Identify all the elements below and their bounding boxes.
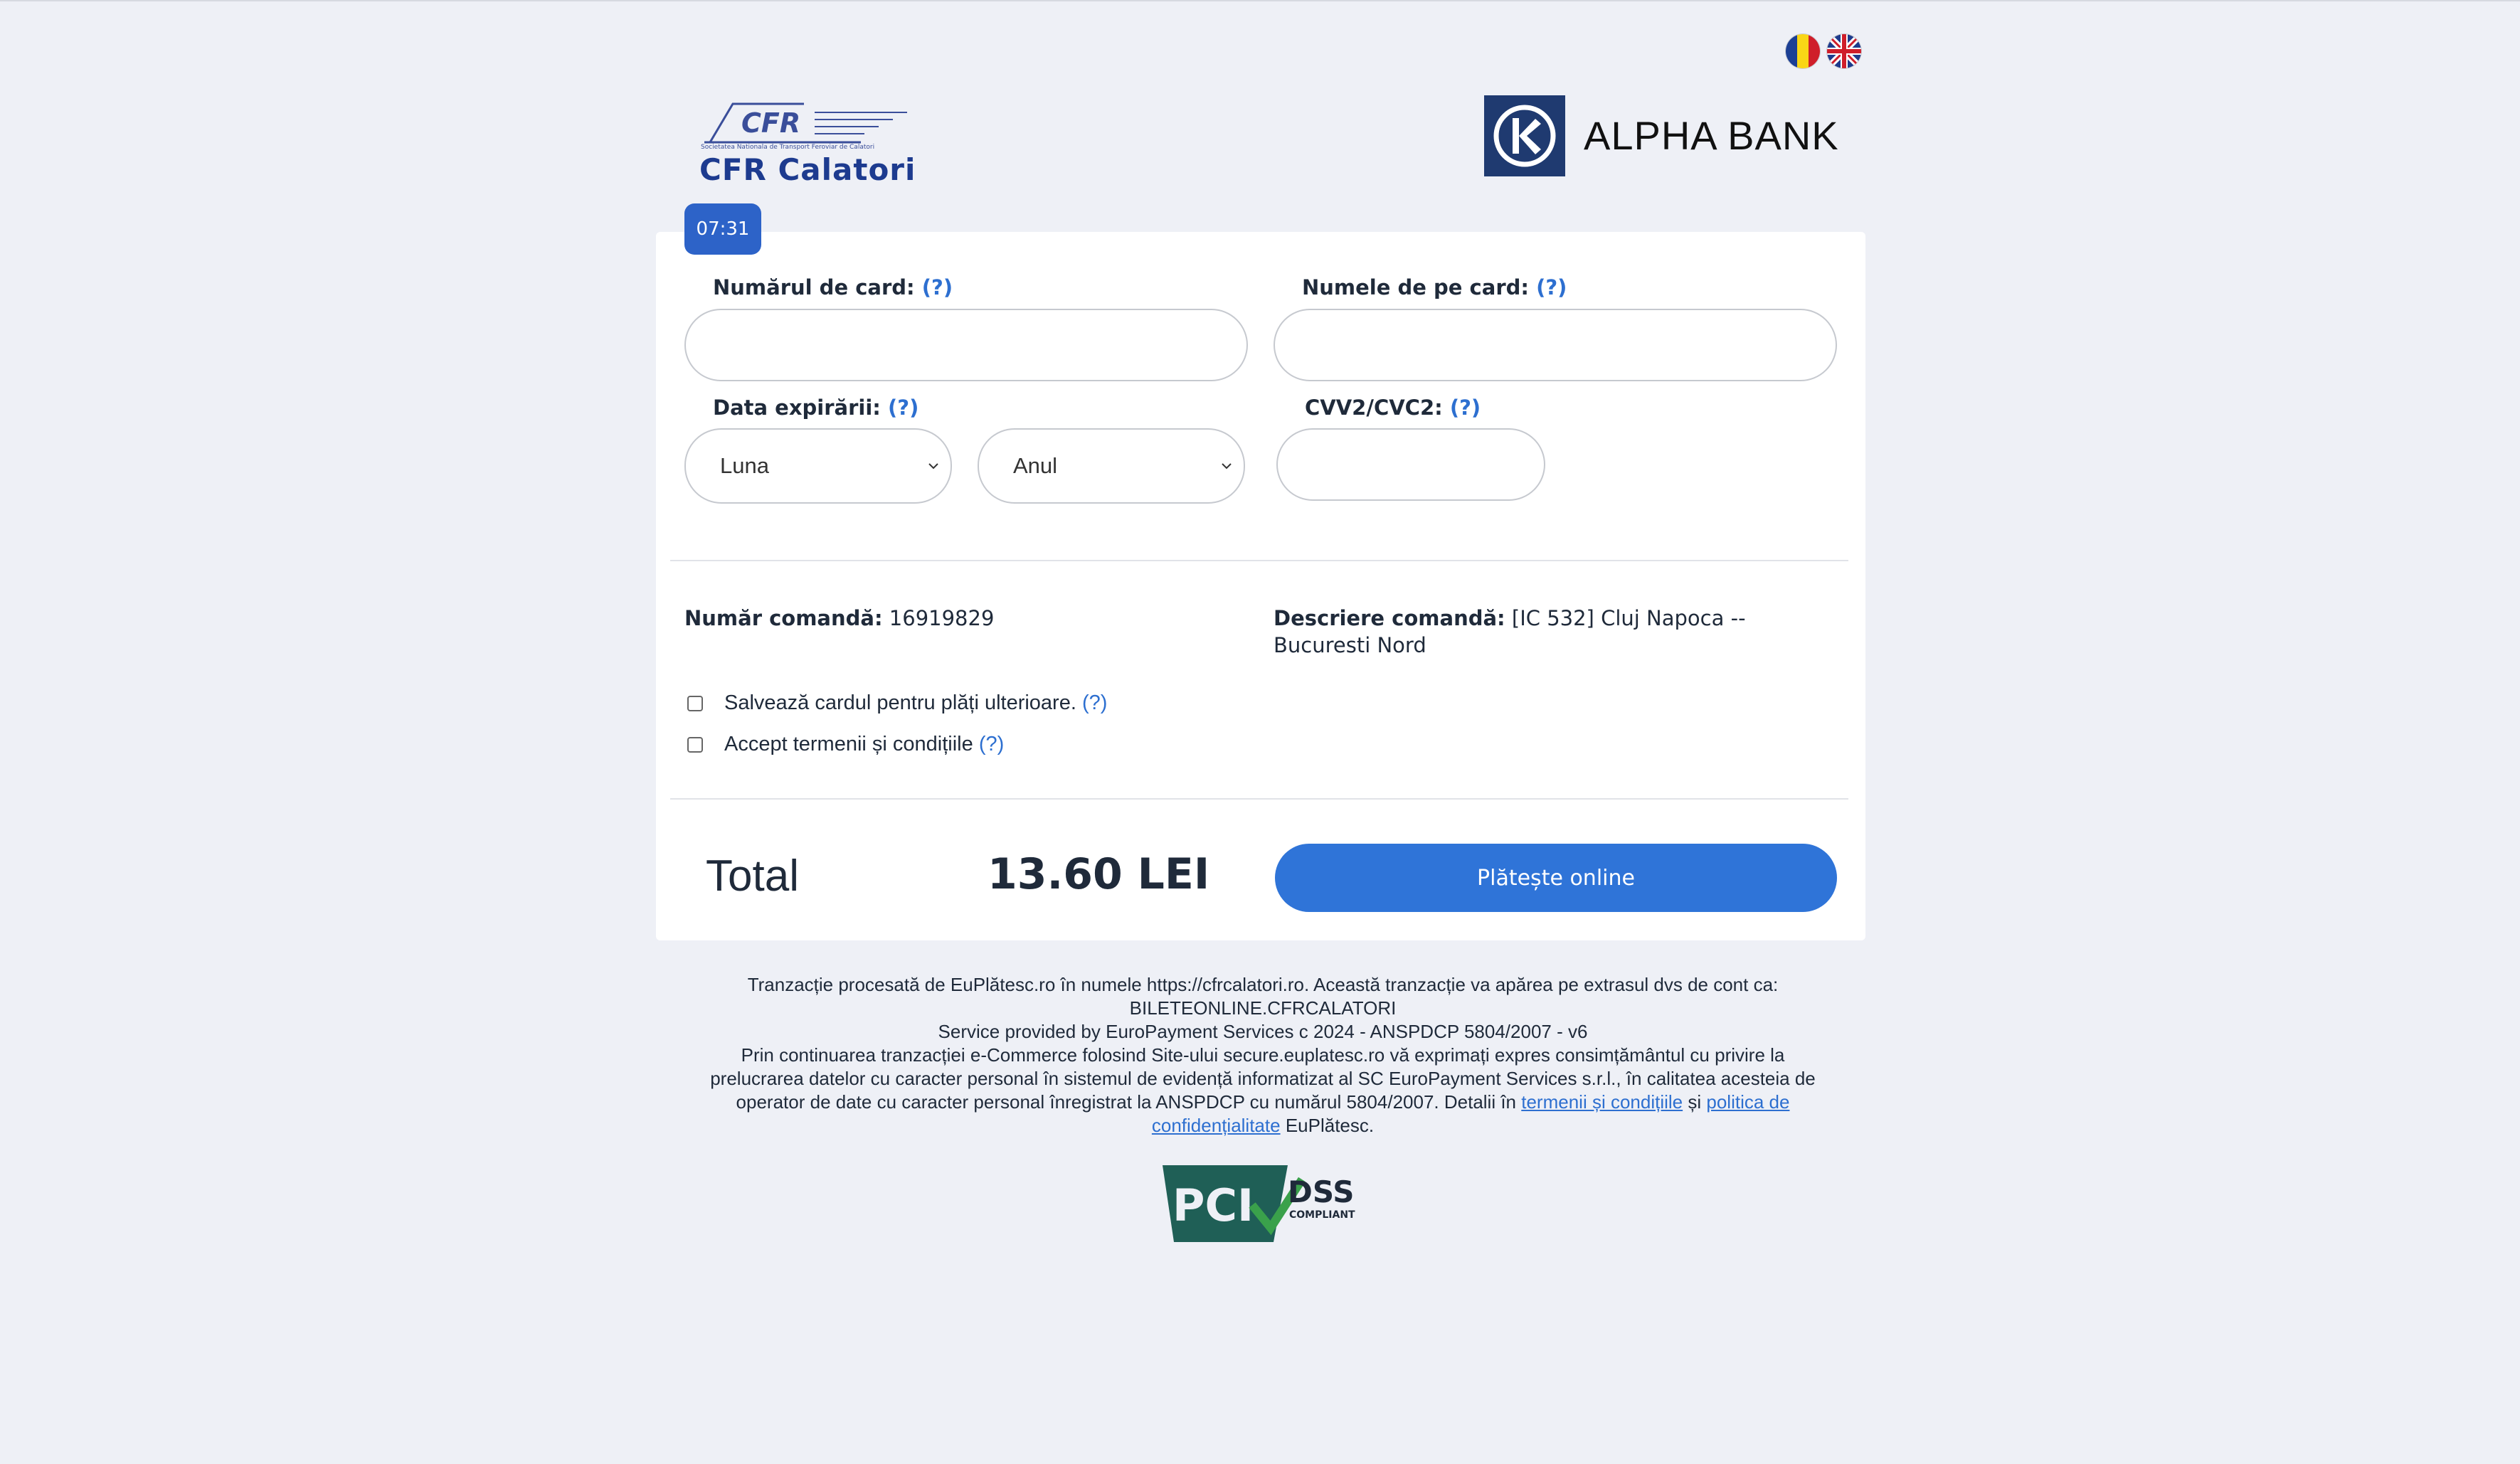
card-number-input[interactable] [684,309,1248,381]
footer-brand: EuPlătesc. [1285,1115,1375,1136]
cvv-input[interactable] [1276,428,1545,501]
chevron-down-icon [928,463,938,470]
chevron-down-icon [1222,463,1232,470]
svg-text:DSS: DSS [1288,1174,1354,1209]
year-select[interactable]: Anul [978,428,1245,504]
save-card-checkbox[interactable] [687,695,703,711]
ro-flag-icon[interactable] [1786,34,1820,68]
terms-link[interactable]: termenii și condițiile [1521,1091,1683,1113]
divider [670,798,1848,800]
footer-legal: Tranzacție procesată de EuPlătesc.ro în … [704,973,1821,1137]
en-flag-icon[interactable] [1827,34,1861,68]
total-value: 13.60 LEI [988,849,1210,899]
order-description: Descriere comandă: [IC 532] Cluj Napoca … [1274,606,1746,657]
cfr-logo-subtitle: Societatea Nationala de Transport Ferovi… [701,144,875,151]
svg-text:PCI: PCI [1172,1179,1254,1231]
alpha-bank-logo-icon [1484,95,1565,176]
svg-text:CFR: CFR [741,107,800,139]
month-select[interactable]: Luna [684,428,952,504]
svg-text:COMPLIANT: COMPLIANT [1289,1209,1355,1221]
total-label: Total [706,852,799,901]
divider [670,560,1848,561]
accept-terms-row[interactable]: Accept termenii și condițiile (?) [687,733,1004,756]
help-icon[interactable]: (?) [979,733,1004,756]
save-card-label: Salvează cardul pentru plăți ulterioare. [724,691,1076,714]
footer-line1: Tranzacție procesată de EuPlătesc.ro în … [747,974,1779,995]
expiry-label: Data expirării: (?) [713,396,919,420]
order-number: Număr comandă: 16919829 [684,606,995,630]
card-name-input[interactable] [1274,309,1837,381]
help-icon[interactable]: (?) [1082,691,1107,715]
card-name-label: Numele de pe card: (?) [1302,275,1567,299]
cvv-label: CVV2/CVC2: (?) [1305,396,1481,420]
card-number-label: Numărul de card: (?) [713,275,953,299]
pay-online-button[interactable]: Plătește online [1275,844,1837,912]
month-select-value: Luna [720,453,769,478]
help-icon[interactable]: (?) [1450,396,1481,420]
accept-terms-checkbox[interactable] [687,736,703,753]
help-icon[interactable]: (?) [922,275,953,299]
help-icon[interactable]: (?) [1536,275,1567,299]
footer-line3: Service provided by EuroPayment Services… [938,1021,1588,1042]
save-card-row[interactable]: Salvează cardul pentru plăți ulterioare.… [687,691,1107,715]
footer-and: și [1688,1091,1702,1113]
bank-name: ALPHA BANK [1584,113,1839,158]
pci-dss-compliant-badge-icon: PCI DSS COMPLIANT [1163,1165,1355,1242]
accept-terms-label: Accept termenii și condițiile [724,733,973,755]
year-select-value: Anul [1013,453,1058,478]
top-border [0,0,2520,1]
footer-line2: BILETEONLINE.CFRCALATORI [1129,997,1397,1019]
help-icon[interactable]: (?) [888,396,918,420]
session-timer: 07:31 [684,203,761,255]
cfr-logo-title: CFR Calatori [699,152,916,187]
